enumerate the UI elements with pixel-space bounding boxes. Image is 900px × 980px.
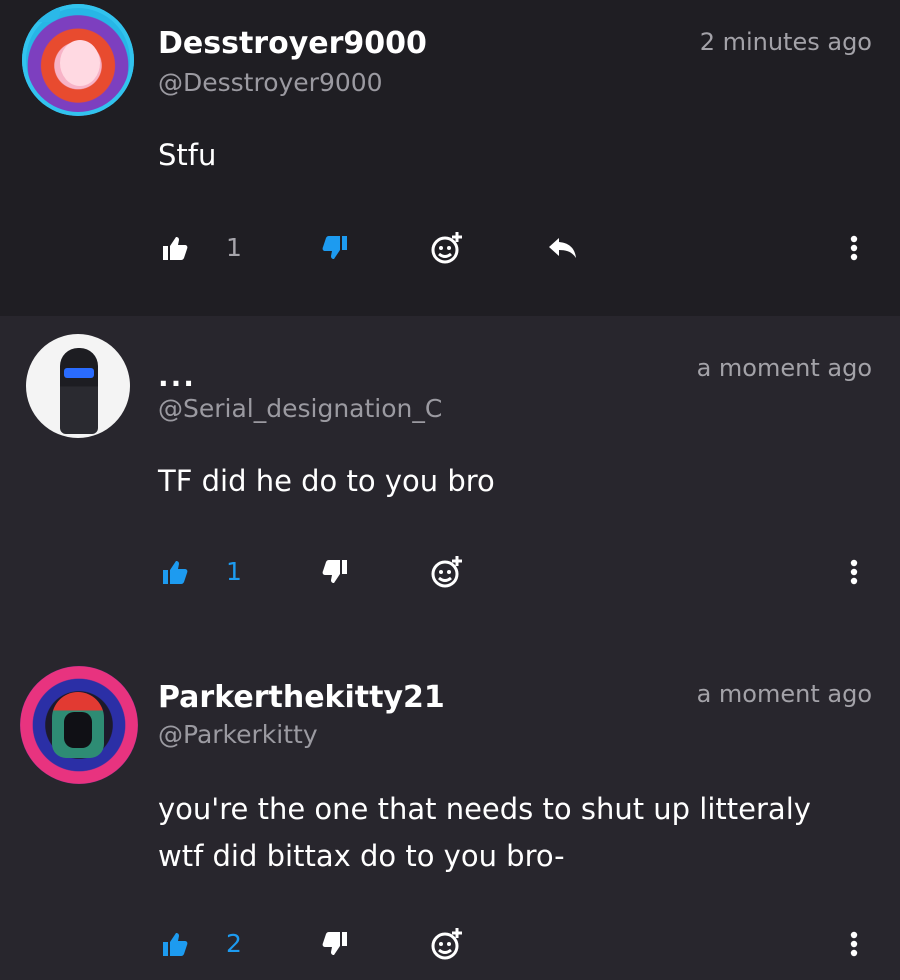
user-handle[interactable]: @Serial_designation_C <box>158 394 442 423</box>
user-handle[interactable]: @Desstroyer9000 <box>158 68 383 97</box>
thumbs-down-icon[interactable] <box>318 924 352 964</box>
more-vertical-icon[interactable] <box>844 552 864 592</box>
comment-card: Parkerthekitty21 @Parkerkitty a moment a… <box>0 642 900 980</box>
display-name[interactable]: Parkerthekitty21 <box>158 680 445 715</box>
timestamp: a moment ago <box>696 354 872 382</box>
avatar-figure <box>60 348 98 434</box>
display-name[interactable]: Desstroyer9000 <box>158 26 427 61</box>
avatar[interactable] <box>20 666 138 784</box>
comment-actions: 2 <box>0 924 900 964</box>
avatar[interactable] <box>22 4 134 116</box>
reply-icon[interactable] <box>544 228 582 268</box>
comment-text: TF did he do to you bro <box>158 464 495 498</box>
avatar[interactable] <box>26 334 130 438</box>
like-count: 2 <box>226 929 242 958</box>
more-vertical-icon[interactable] <box>844 924 864 964</box>
like-count: 1 <box>226 233 242 262</box>
avatar-face <box>60 40 100 86</box>
more-vertical-icon[interactable] <box>844 228 864 268</box>
avatar-visor <box>64 712 92 748</box>
display-name[interactable]: ... <box>158 360 196 393</box>
avatar-visor <box>64 368 94 378</box>
thumbs-down-icon[interactable] <box>318 228 352 268</box>
add-reaction-icon[interactable] <box>428 228 466 268</box>
add-reaction-icon[interactable] <box>428 924 466 964</box>
comment-card: ... @Serial_designation_C a moment ago T… <box>0 316 900 642</box>
user-handle[interactable]: @Parkerkitty <box>158 720 318 749</box>
avatar-accent-icon <box>30 4 60 22</box>
thumbs-up-icon[interactable] <box>158 924 192 964</box>
thumbs-down-icon[interactable] <box>318 552 352 592</box>
comment-actions: 1 <box>0 552 900 592</box>
comment-text-line: wtf did bittax do to you bro- <box>158 839 565 873</box>
thumbs-up-icon[interactable] <box>158 552 192 592</box>
timestamp: 2 minutes ago <box>699 28 872 56</box>
comment-text-line: you're the one that needs to shut up lit… <box>158 792 811 826</box>
comment-text: you're the one that needs to shut up lit… <box>158 786 811 880</box>
like-count: 1 <box>226 557 242 586</box>
comment-card: Desstroyer9000 @Desstroyer9000 2 minutes… <box>0 0 900 316</box>
add-reaction-icon[interactable] <box>428 552 466 592</box>
comment-actions: 1 <box>0 228 900 268</box>
timestamp: a moment ago <box>696 680 872 708</box>
comment-text: Stfu <box>158 138 217 172</box>
thumbs-up-icon[interactable] <box>158 228 192 268</box>
